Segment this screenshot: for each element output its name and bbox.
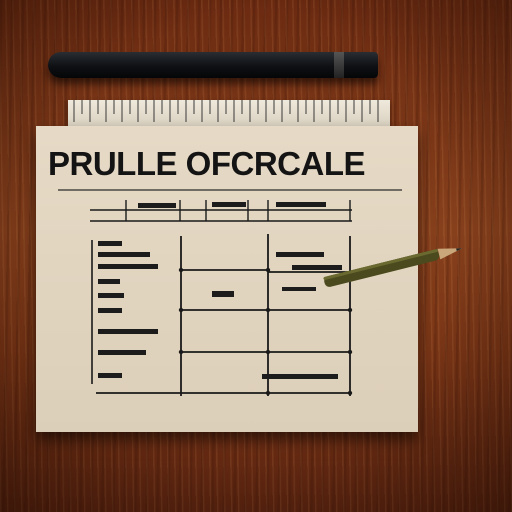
pencil-icon	[323, 248, 463, 287]
